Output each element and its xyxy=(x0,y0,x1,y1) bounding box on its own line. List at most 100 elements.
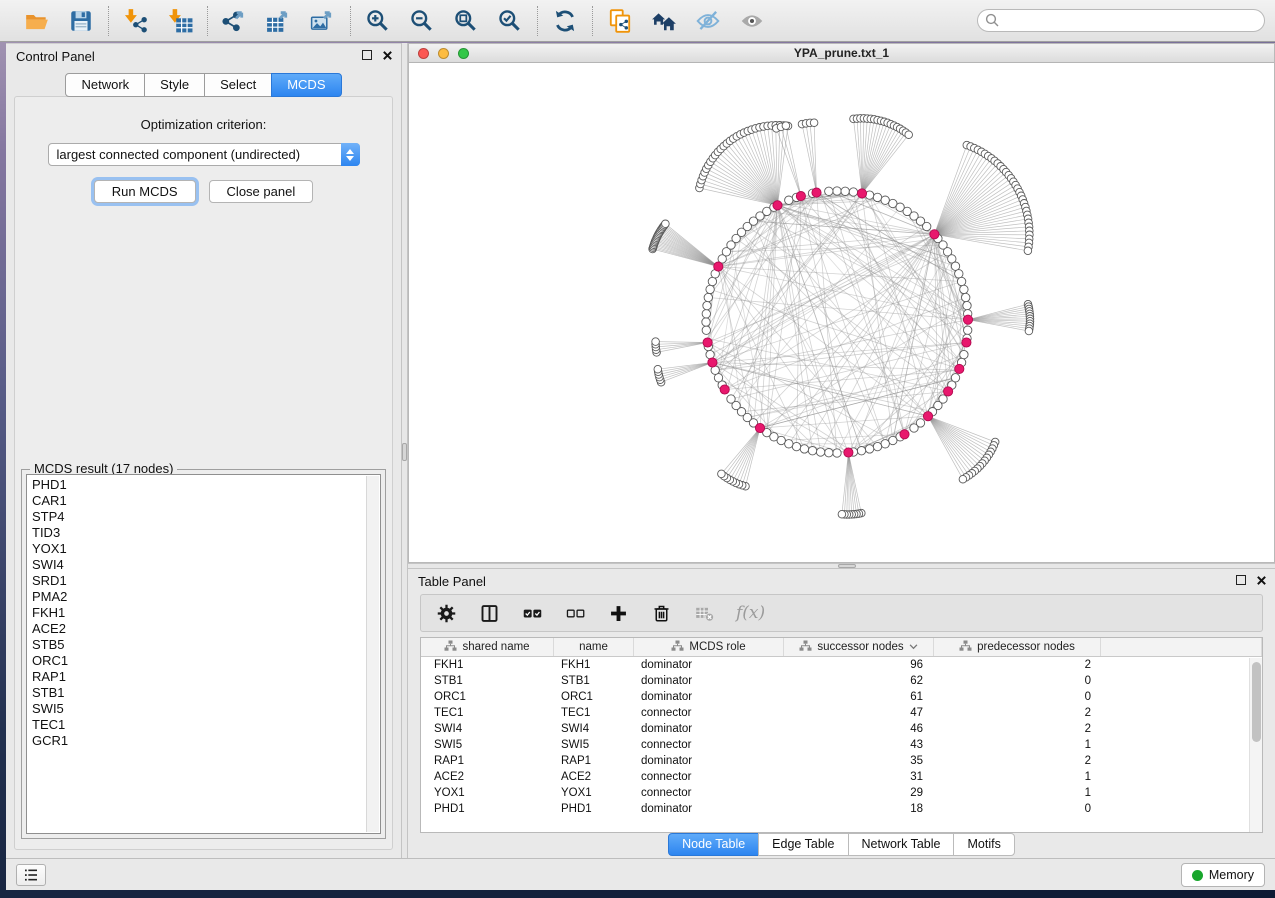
window-maximize-icon[interactable] xyxy=(458,48,469,59)
graph-node-dominator[interactable] xyxy=(773,201,782,210)
list-item[interactable]: YOX1 xyxy=(32,541,380,557)
float-table-panel-icon[interactable] xyxy=(1236,575,1246,585)
graph-node-dominator[interactable] xyxy=(755,423,764,432)
list-item[interactable]: PMA2 xyxy=(32,589,380,605)
zoom-selected-button[interactable] xyxy=(496,7,524,35)
tab-mcds[interactable]: MCDS xyxy=(271,73,341,97)
import-network-button[interactable] xyxy=(122,7,150,35)
table-row[interactable]: STB1STB1dominator620 xyxy=(421,673,1262,689)
tab-network[interactable]: Network xyxy=(65,73,145,97)
column-header-predecessor-nodes[interactable]: predecessor nodes xyxy=(934,638,1101,656)
list-item[interactable]: TEC1 xyxy=(32,717,380,733)
column-header-MCDS-role[interactable]: MCDS role xyxy=(634,638,784,656)
zoom-fit-button[interactable] xyxy=(452,7,480,35)
close-panel-button[interactable]: Close panel xyxy=(209,180,314,203)
graph-node-dominator[interactable] xyxy=(812,188,821,197)
list-item[interactable]: GCR1 xyxy=(32,733,380,749)
tab-style[interactable]: Style xyxy=(144,73,205,97)
list-item[interactable]: ORC1 xyxy=(32,653,380,669)
home-button[interactable] xyxy=(650,7,678,35)
vertical-splitter[interactable] xyxy=(401,43,408,858)
graph-node-dominator[interactable] xyxy=(844,448,853,457)
table-row[interactable]: FKH1FKH1dominator962 xyxy=(421,657,1262,673)
table-scrollbar[interactable] xyxy=(1249,658,1262,832)
import-table-button[interactable] xyxy=(166,7,194,35)
list-item[interactable]: SWI4 xyxy=(32,557,380,573)
search-input[interactable] xyxy=(977,9,1265,32)
export-network-button[interactable] xyxy=(221,7,249,35)
select-all-button[interactable] xyxy=(521,601,543,625)
list-item[interactable]: STB1 xyxy=(32,685,380,701)
list-item[interactable]: STP4 xyxy=(32,509,380,525)
deselect-all-button[interactable] xyxy=(564,601,586,625)
run-mcds-button[interactable]: Run MCDS xyxy=(94,180,196,203)
graph-node-dominator[interactable] xyxy=(720,385,729,394)
window-minimize-icon[interactable] xyxy=(438,48,449,59)
network-window-titlebar[interactable]: YPA_prune.txt_1 xyxy=(409,44,1274,63)
table-row[interactable]: PHD1PHD1dominator180 xyxy=(421,801,1262,817)
float-panel-icon[interactable] xyxy=(362,50,372,60)
table-scrollbar-thumb[interactable] xyxy=(1252,662,1261,742)
list-item[interactable]: RAP1 xyxy=(32,669,380,685)
list-item[interactable]: STB5 xyxy=(32,637,380,653)
graph-node-dominator[interactable] xyxy=(714,262,723,271)
graph-node-dominator[interactable] xyxy=(923,412,932,421)
tab-motifs[interactable]: Motifs xyxy=(953,833,1014,856)
table-row[interactable]: YOX1YOX1connector291 xyxy=(421,785,1262,801)
tab-node-table[interactable]: Node Table xyxy=(668,833,759,856)
delete-column-button[interactable] xyxy=(650,601,672,625)
graph-node-dominator[interactable] xyxy=(963,315,972,324)
show-panels-button[interactable] xyxy=(16,864,46,886)
list-item[interactable]: CAR1 xyxy=(32,493,380,509)
result-list-scrollbar[interactable] xyxy=(366,476,379,832)
close-panel-icon[interactable] xyxy=(381,49,393,61)
column-header-shared-name[interactable]: shared name xyxy=(421,638,554,656)
column-header-name[interactable]: name xyxy=(554,638,634,656)
table-row[interactable]: ORC1ORC1dominator610 xyxy=(421,689,1262,705)
settings-gear-button[interactable] xyxy=(435,601,457,625)
graph-node-dominator[interactable] xyxy=(857,189,866,198)
add-column-button[interactable] xyxy=(607,601,629,625)
close-table-panel-icon[interactable] xyxy=(1255,574,1267,586)
column-header-successor-nodes[interactable]: successor nodes xyxy=(784,638,934,656)
list-item[interactable]: ACE2 xyxy=(32,621,380,637)
vertical-splitter-handle[interactable] xyxy=(402,443,407,461)
save-session-button[interactable] xyxy=(67,7,95,35)
graph-node-dominator[interactable] xyxy=(703,338,712,347)
refresh-button[interactable] xyxy=(551,7,579,35)
graph-node-dominator[interactable] xyxy=(962,338,971,347)
table-row[interactable]: SWI4SWI4dominator462 xyxy=(421,721,1262,737)
table-row[interactable]: RAP1RAP1dominator352 xyxy=(421,753,1262,769)
list-item[interactable]: SWI5 xyxy=(32,701,380,717)
window-close-icon[interactable] xyxy=(418,48,429,59)
graph-node-dominator[interactable] xyxy=(944,387,953,396)
list-item[interactable]: SRD1 xyxy=(32,573,380,589)
network-canvas[interactable] xyxy=(409,64,1274,562)
table-row[interactable]: TEC1TEC1connector472 xyxy=(421,705,1262,721)
graph-node-dominator[interactable] xyxy=(955,364,964,373)
list-item[interactable]: FKH1 xyxy=(32,605,380,621)
open-file-button[interactable] xyxy=(23,7,51,35)
export-image-button[interactable] xyxy=(309,7,337,35)
column-view-button[interactable] xyxy=(478,601,500,625)
zoom-in-button[interactable] xyxy=(364,7,392,35)
horizontal-splitter-handle[interactable] xyxy=(838,564,856,568)
show-all-button[interactable] xyxy=(738,7,766,35)
list-item[interactable]: PHD1 xyxy=(32,477,380,493)
tab-edge-table[interactable]: Edge Table xyxy=(758,833,848,856)
copy-network-button[interactable] xyxy=(606,7,634,35)
graph-node-dominator[interactable] xyxy=(900,430,909,439)
list-item[interactable]: TID3 xyxy=(32,525,380,541)
graph-node-dominator[interactable] xyxy=(708,358,717,367)
export-table-button[interactable] xyxy=(265,7,293,35)
graph-node-dominator[interactable] xyxy=(930,230,939,239)
memory-button[interactable]: Memory xyxy=(1181,863,1265,887)
table-row[interactable]: ACE2ACE2connector311 xyxy=(421,769,1262,785)
graph-node-dominator[interactable] xyxy=(796,192,805,201)
table-row[interactable]: SWI5SWI5connector431 xyxy=(421,737,1262,753)
tab-network-table[interactable]: Network Table xyxy=(848,833,955,856)
hide-selected-button[interactable] xyxy=(694,7,722,35)
tab-select[interactable]: Select xyxy=(204,73,272,97)
zoom-out-button[interactable] xyxy=(408,7,436,35)
criterion-dropdown[interactable]: largest connected component (undirected) xyxy=(48,143,360,166)
